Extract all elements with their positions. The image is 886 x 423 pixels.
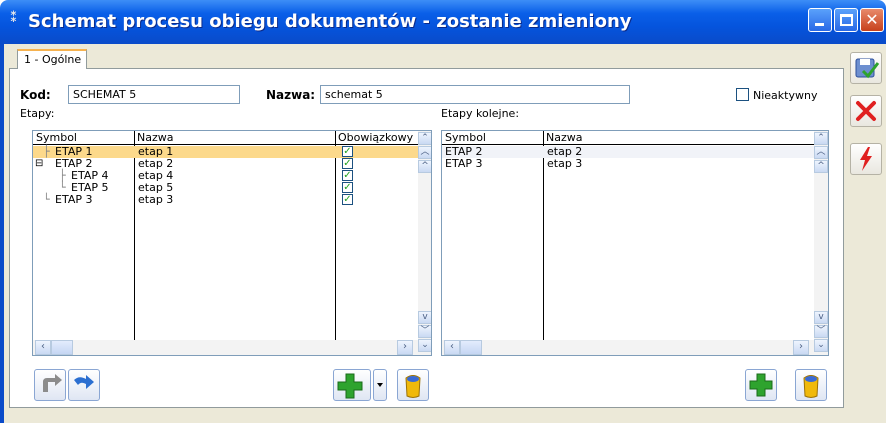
col-header-symbol[interactable]: Symbol — [442, 131, 542, 145]
nieaktywny-label: Nieaktywny — [753, 89, 818, 102]
kod-input[interactable] — [68, 85, 240, 104]
close-icon: ✕ — [865, 10, 879, 29]
redo-arrow-icon — [74, 375, 94, 389]
chevron-down-icon — [377, 383, 383, 387]
trash-bin-icon — [405, 375, 421, 398]
scroll-up-icon[interactable]: ^ — [418, 160, 431, 173]
scroll-page-down-icon[interactable]: ﹀ — [814, 325, 828, 338]
row-nazwa: etap 3 — [547, 157, 583, 170]
scroll-right-icon[interactable]: › — [793, 340, 809, 355]
row-symbol: ETAP 3 — [55, 193, 93, 206]
col-header-obowiazkowy[interactable]: Obowiązkowy — [335, 131, 417, 145]
scroll-left-icon[interactable]: ‹ — [444, 340, 460, 355]
scroll-left-icon[interactable]: ‹ — [35, 340, 51, 355]
scroll-down-icon[interactable]: v — [418, 311, 431, 324]
etapy-grid[interactable]: Symbol Nazwa Obowiązkowy ├ ETAP 1 etap 1… — [32, 130, 432, 356]
scroll-up-icon[interactable]: ^ — [814, 160, 828, 173]
window-left-border — [0, 44, 4, 423]
col-header-nazwa[interactable]: Nazwa — [543, 131, 803, 145]
scroll-top-icon[interactable]: ⌃ — [814, 132, 828, 145]
scroll-thumb[interactable] — [460, 340, 482, 355]
tree-line: ├ — [43, 145, 50, 158]
tab-label: 1 - Ogólne — [24, 53, 82, 66]
app-icon: ⁑ — [10, 10, 18, 26]
maximize-icon — [840, 14, 853, 26]
col-header-symbol[interactable]: Symbol — [33, 131, 133, 145]
scroll-page-up-icon[interactable]: ︿ — [814, 146, 828, 159]
add-etap-button[interactable] — [333, 369, 371, 401]
title-bar[interactable]: ⁑ Schemat procesu obiegu dokumentów - zo… — [0, 0, 886, 44]
tree-line: └ — [43, 193, 50, 206]
kod-label: Kod: — [20, 88, 51, 102]
tree-collapse-icon[interactable]: ⊟ — [35, 158, 43, 170]
etapy-horizontal-scrollbar[interactable]: ‹ › — [33, 340, 418, 355]
kolejne-grid-header: Symbol Nazwa — [442, 131, 828, 145]
add-dropdown-button[interactable] — [373, 369, 387, 401]
lightning-icon — [860, 147, 872, 171]
scroll-top-icon[interactable]: ⌃ — [418, 132, 431, 145]
scroll-page-down-icon[interactable]: ﹀ — [418, 325, 431, 338]
nazwa-label: Nazwa: — [266, 88, 316, 102]
scroll-page-up-icon[interactable]: ︿ — [418, 146, 431, 159]
action-button[interactable] — [850, 143, 882, 175]
add-kolejny-button[interactable] — [745, 369, 777, 401]
window-title: Schemat procesu obiegu dokumentów - zost… — [28, 11, 632, 32]
row-symbol: ETAP 3 — [445, 157, 483, 170]
undo-arrow-icon — [43, 374, 62, 392]
save-button[interactable] — [850, 52, 882, 84]
etapy-label: Etapy: — [20, 107, 55, 120]
trash-bin-icon — [803, 375, 819, 398]
maximize-button[interactable] — [834, 8, 858, 32]
table-row[interactable]: ETAP 3 etap 3 — [442, 158, 814, 170]
etapy-grid-header: Symbol Nazwa Obowiązkowy — [33, 131, 431, 145]
minimize-button[interactable] — [808, 8, 832, 32]
scroll-bottom-icon[interactable]: ⌄ — [418, 339, 431, 352]
table-row[interactable]: ETAP 2 etap 2 — [442, 146, 814, 158]
obowiazkowy-checkbox[interactable]: ✓ — [342, 170, 353, 181]
nieaktywny-checkbox[interactable] — [736, 88, 749, 101]
scroll-bottom-icon[interactable]: ⌄ — [814, 339, 828, 352]
green-plus-icon — [749, 373, 773, 397]
close-button[interactable]: ✕ — [860, 8, 884, 32]
obowiazkowy-checkbox[interactable]: ✓ — [342, 146, 353, 157]
tab-ogolne[interactable]: 1 - Ogólne — [17, 49, 87, 69]
delete-kolejny-button[interactable] — [795, 369, 827, 401]
row-nazwa: etap 3 — [138, 193, 174, 206]
kolejne-horizontal-scrollbar[interactable]: ‹ › — [442, 340, 814, 355]
undo-button[interactable] — [34, 369, 66, 401]
redo-button[interactable] — [68, 369, 100, 401]
cancel-button[interactable] — [850, 95, 882, 127]
table-row[interactable]: └ ETAP 3 etap 3 ✓ — [33, 194, 418, 206]
scroll-down-icon[interactable]: v — [814, 311, 828, 324]
etapy-vertical-scrollbar[interactable]: ⌃ ︿ ^ v ﹀ ⌄ — [418, 131, 431, 355]
kolejne-vertical-scrollbar[interactable]: ⌃ ︿ ^ v ﹀ ⌄ — [814, 131, 828, 355]
save-diskette-icon — [855, 58, 880, 79]
scroll-thumb[interactable] — [51, 340, 73, 355]
minimize-icon — [815, 23, 824, 26]
delete-etap-button[interactable] — [397, 369, 429, 401]
obowiazkowy-checkbox[interactable]: ✓ — [342, 182, 353, 193]
nazwa-input[interactable] — [320, 85, 630, 104]
red-x-icon — [856, 101, 876, 121]
kolejne-label: Etapy kolejne: — [441, 107, 520, 120]
col-header-nazwa[interactable]: Nazwa — [134, 131, 334, 145]
green-plus-icon — [337, 373, 363, 399]
scroll-right-icon[interactable]: › — [397, 340, 413, 355]
obowiazkowy-checkbox[interactable]: ✓ — [342, 158, 353, 169]
kolejne-grid[interactable]: Symbol Nazwa ETAP 2 etap 2 ETAP 3 etap 3… — [441, 130, 829, 356]
obowiazkowy-checkbox[interactable]: ✓ — [342, 194, 353, 205]
